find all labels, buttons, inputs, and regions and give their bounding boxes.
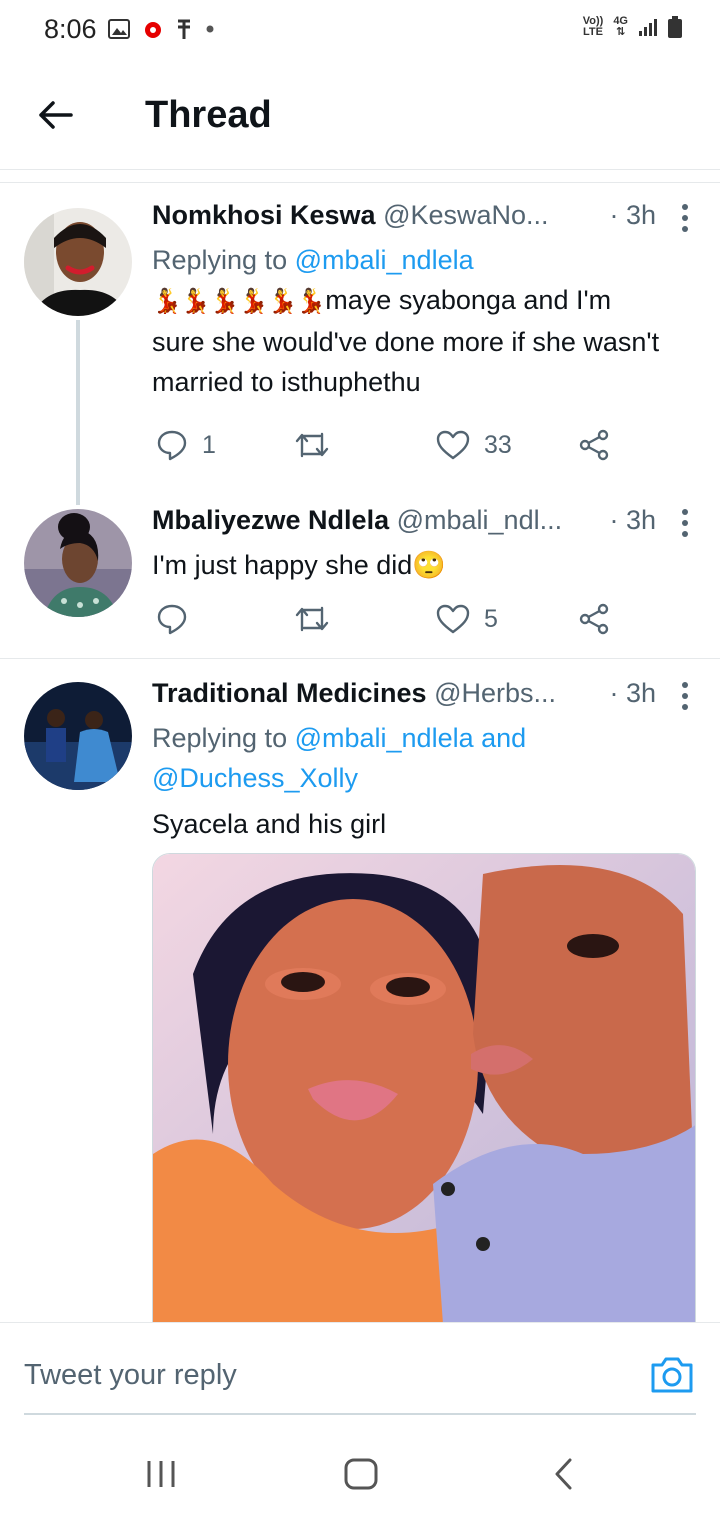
tweet-text: 💃💃💃💃💃💃maye syabonga and I'm sure she woul…: [152, 285, 660, 397]
input-underline: [24, 1413, 696, 1415]
dot-icon: [206, 25, 214, 33]
volte-indicator: Vo)) LTE: [582, 15, 604, 38]
camera-button[interactable]: [650, 1355, 694, 1395]
tweet-actions: 5: [152, 599, 622, 639]
gallery-icon: [108, 19, 130, 39]
comment-icon: [157, 604, 187, 635]
divider: [0, 658, 720, 659]
tweet-time: · 3h: [609, 200, 656, 230]
author-name[interactable]: Nomkhosi Keswa: [152, 200, 376, 230]
tweet-text: Syacela and his girl: [152, 809, 387, 839]
replying-to: Replying to @mbali_ndlela: [152, 245, 474, 275]
author-handle[interactable]: @mbali_ndl...: [397, 505, 562, 535]
camera-icon: [651, 1357, 693, 1393]
dancer-emoji: 💃💃💃💃💃💃: [152, 288, 326, 315]
avatar-image: [24, 682, 132, 790]
recent-apps-icon: [147, 1461, 175, 1487]
recent-apps-button[interactable]: [131, 1452, 191, 1496]
heart-icon: [436, 430, 470, 460]
photo-image: [153, 854, 695, 1322]
status-right-icons: Vo)) LTE 4G ⇅: [583, 16, 682, 38]
usb-icon: [178, 19, 190, 39]
home-icon: [344, 1458, 378, 1490]
tweet-body: Traditional Medicines @Herbs... · 3h Rep…: [152, 678, 696, 844]
mention-link[interactable]: @mbali_ndlela and: [295, 723, 527, 753]
status-bar: 8:06 Vo)) LTE 4G ⇅: [0, 0, 720, 60]
avatar-image: [24, 509, 132, 617]
home-button[interactable]: [331, 1452, 391, 1496]
mention-link[interactable]: @mbali_ndlela: [295, 245, 474, 275]
eye-roll-emoji: 🙄: [412, 550, 446, 580]
author-handle[interactable]: @KeswaNo...: [383, 200, 548, 230]
tweet-text: I'm just happy she did🙄: [152, 550, 446, 580]
avatar-image: [24, 208, 132, 316]
more-options-icon[interactable]: [680, 682, 690, 710]
reply-button[interactable]: 1: [156, 425, 216, 465]
divider: [0, 182, 720, 183]
author-handle[interactable]: @Herbs...: [434, 678, 556, 708]
status-left-icons: [108, 18, 214, 40]
comment-icon: [157, 430, 187, 461]
tweet-time: · 3h: [609, 678, 656, 708]
like-count: 5: [484, 604, 498, 633]
reply-input[interactable]: Tweet your reply: [24, 1351, 584, 1401]
avatar[interactable]: [24, 682, 132, 790]
like-button[interactable]: 5: [436, 599, 498, 639]
tweet-header: Traditional Medicines @Herbs... · 3h: [152, 678, 696, 718]
like-count: 33: [484, 430, 512, 459]
replying-to: Replying to @mbali_ndlela and @Duchess_Xo…: [152, 723, 527, 793]
retweet-button[interactable]: [294, 425, 330, 465]
vodafone-icon: [145, 22, 161, 38]
more-options-icon[interactable]: [680, 509, 690, 537]
page-title: Thread: [145, 94, 272, 136]
more-options-icon[interactable]: [680, 204, 690, 232]
back-button[interactable]: [30, 90, 80, 140]
retweet-icon: [295, 606, 329, 632]
share-icon: [579, 603, 609, 635]
share-button[interactable]: [578, 599, 610, 639]
reply-button[interactable]: [156, 599, 188, 639]
retweet-button[interactable]: [294, 599, 330, 639]
system-nav-bar: [0, 1432, 720, 1520]
tweet-photo[interactable]: [152, 853, 696, 1323]
author-name[interactable]: Traditional Medicines: [152, 678, 427, 708]
reply-count: 1: [202, 430, 216, 459]
system-back-button[interactable]: [533, 1452, 593, 1496]
tweet-nomkhosi[interactable]: Nomkhosi Keswa @KeswaNo... · 3h Replying…: [0, 200, 720, 505]
signal-icon: [639, 19, 657, 36]
chevron-left-icon: [555, 1458, 572, 1490]
tweet-actions: 1 33: [152, 425, 622, 465]
avatar[interactable]: [24, 509, 132, 617]
thread-connector: [76, 320, 80, 505]
tweet-header: Nomkhosi Keswa @KeswaNo... · 3h: [152, 200, 696, 240]
share-button[interactable]: [578, 425, 610, 465]
network-indicator: 4G ⇅: [613, 15, 628, 38]
tweet-time: · 3h: [609, 505, 656, 535]
arrow-left-icon: [39, 101, 73, 129]
share-icon: [579, 429, 609, 461]
tweet-body: Nomkhosi Keswa @KeswaNo... · 3h Replying…: [152, 200, 696, 402]
like-button[interactable]: 33: [436, 425, 512, 465]
avatar[interactable]: [24, 208, 132, 316]
mention-link[interactable]: @Duchess_Xolly: [152, 763, 358, 793]
author-name[interactable]: Mbaliyezwe Ndlela: [152, 505, 389, 535]
tweet-header: Mbaliyezwe Ndlela @mbali_ndl... · 3h: [152, 505, 696, 545]
top-app-bar: Thread: [0, 60, 720, 170]
retweet-icon: [295, 432, 329, 458]
reply-composer: Tweet your reply: [0, 1322, 720, 1432]
heart-icon: [436, 604, 470, 634]
battery-icon: [668, 16, 682, 38]
status-time: 8:06: [44, 14, 97, 44]
tweet-mbaliyezwe[interactable]: Mbaliyezwe Ndlela @mbali_ndl... · 3h I'm…: [0, 505, 720, 655]
tweet-body: Mbaliyezwe Ndlela @mbali_ndl... · 3h I'm…: [152, 505, 696, 585]
